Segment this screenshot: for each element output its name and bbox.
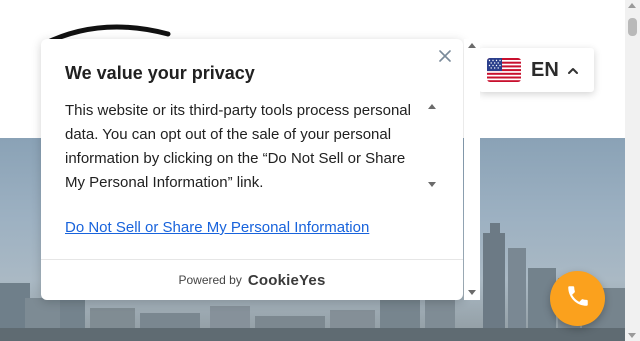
scroll-up-arrow-icon[interactable] <box>628 3 636 8</box>
dialog-description: This website or its third-party tools pr… <box>65 102 411 191</box>
description-scroll-down-icon[interactable] <box>428 182 436 187</box>
dialog-scrollbar[interactable] <box>464 39 480 300</box>
chevron-up-icon <box>567 64 579 76</box>
dialog-title: We value your privacy <box>65 63 255 83</box>
language-switcher[interactable]: EN <box>479 48 594 92</box>
phone-icon <box>565 283 591 314</box>
scroll-down-arrow-icon[interactable] <box>628 333 636 338</box>
cookieyes-logo[interactable]: CookieYes <box>248 272 326 289</box>
close-icon[interactable] <box>439 49 451 62</box>
page-scrollbar[interactable] <box>625 0 640 341</box>
powered-by-footer: Powered by CookieYes <box>41 260 463 300</box>
language-code: EN <box>531 58 559 81</box>
us-flag-icon <box>487 58 521 82</box>
powered-by-label: Powered by <box>178 273 242 287</box>
cookie-consent-dialog: We value your privacy This website or it… <box>41 39 463 300</box>
page: EN We value your privacy This website or… <box>0 0 640 341</box>
dialog-scroll-up-icon[interactable] <box>468 43 476 48</box>
scrollbar-thumb[interactable] <box>628 18 637 36</box>
call-button[interactable] <box>550 271 605 326</box>
description-scroll-up-icon[interactable] <box>428 104 436 109</box>
do-not-sell-link[interactable]: Do Not Sell or Share My Personal Informa… <box>65 219 369 236</box>
dialog-scroll-down-icon[interactable] <box>468 290 476 295</box>
